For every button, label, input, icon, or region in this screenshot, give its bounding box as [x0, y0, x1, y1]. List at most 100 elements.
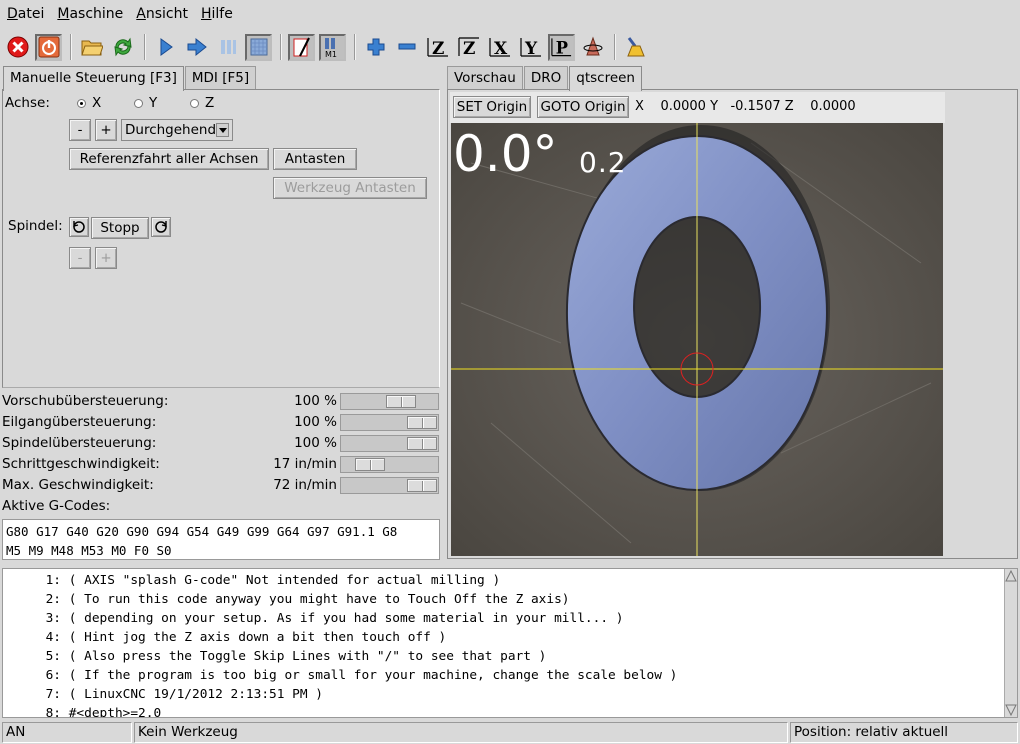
- axis-radio-y[interactable]: Y: [134, 95, 157, 111]
- jog-speed-value: 17 in/min: [220, 456, 337, 472]
- feed-override-value: 100 %: [250, 393, 337, 409]
- rapid-override-slider[interactable]: [340, 414, 439, 431]
- scale-readout: 0.2: [579, 146, 627, 179]
- slider-handle[interactable]: [355, 458, 385, 471]
- jog-speed-number: 17: [273, 456, 291, 472]
- step-button[interactable]: [183, 34, 210, 61]
- menu-hilfe[interactable]: Hilfe: [194, 0, 239, 28]
- slider-handle[interactable]: [407, 479, 437, 492]
- tool-touch-off-button[interactable]: Werkzeug Antasten: [273, 177, 427, 199]
- machine-state: AN: [2, 722, 132, 743]
- rotation-angle: 0.0°: [453, 125, 558, 183]
- home-all-button[interactable]: Referenzfahrt aller Achsen: [69, 148, 269, 170]
- menu-datei[interactable]: Datei: [0, 0, 50, 28]
- toolbar-separator: [614, 34, 616, 60]
- x-label: X: [635, 99, 644, 114]
- pause-button[interactable]: [214, 34, 241, 61]
- machine-power-button[interactable]: [35, 33, 62, 61]
- open-file-button[interactable]: [78, 34, 105, 61]
- goto-origin-button[interactable]: GOTO Origin: [537, 96, 629, 118]
- slider-handle[interactable]: [386, 395, 417, 408]
- tab-mdi[interactable]: MDI [F5]: [184, 66, 257, 90]
- view-y-button[interactable]: Y: [517, 34, 544, 61]
- spindle-override-unit: %: [324, 435, 337, 451]
- slider-handle[interactable]: [407, 437, 437, 450]
- line-text: ( If the program is too big or small for…: [68, 668, 678, 683]
- view-z-icon: Z: [426, 38, 448, 58]
- jog-minus-button[interactable]: -: [69, 119, 91, 141]
- jog-speed-unit: in/min: [294, 456, 337, 472]
- spindle-plus-button[interactable]: +: [95, 247, 117, 269]
- axis-radio-x-label: X: [92, 95, 102, 111]
- rotate-button[interactable]: [579, 34, 606, 61]
- spindle-minus-button[interactable]: -: [69, 247, 91, 269]
- spindle-cw-button[interactable]: [151, 217, 171, 237]
- line-number: 6:: [45, 668, 61, 683]
- line-text: ( LinuxCNC 19/1/2012 2:13:51 PM ): [68, 687, 323, 702]
- jog-speed-slider[interactable]: [340, 456, 439, 473]
- spindle-ccw-button[interactable]: [69, 217, 89, 237]
- tab-manual-control[interactable]: Manuelle Steuerung [F3]: [3, 66, 184, 91]
- max-velocity-slider[interactable]: [340, 477, 439, 494]
- view-x-icon: X: [488, 38, 510, 58]
- camera-view[interactable]: 0.0° 0.2: [451, 123, 943, 556]
- menu-ansicht[interactable]: Ansicht: [129, 0, 194, 28]
- toolbar-separator: [70, 34, 72, 60]
- menu-maschine-mnemonic: M: [57, 6, 70, 22]
- slider-handle[interactable]: [407, 416, 437, 429]
- tab-preview[interactable]: Vorschau: [447, 66, 523, 90]
- code-line: 6: ( If the program is too big or small …: [3, 668, 678, 687]
- axis-radio-z[interactable]: Z: [190, 95, 214, 111]
- y-value: -0.1507: [730, 99, 781, 114]
- code-line: 1: ( AXIS "splash G-code" Not intended f…: [3, 573, 501, 592]
- feed-override-unit: %: [324, 393, 337, 409]
- max-velocity-label: Max. Geschwindigkeit:: [2, 477, 154, 493]
- active-gcodes-display: G80 G17 G40 G20 G90 G94 G54 G49 G99 G64 …: [2, 519, 440, 560]
- code-line: 3: ( depending on your setup. As if you …: [3, 611, 624, 630]
- open-file-icon: [80, 40, 103, 56]
- view-x-glyph: X: [494, 39, 508, 58]
- set-origin-button[interactable]: SET Origin: [453, 96, 531, 118]
- line-number: 3:: [45, 611, 61, 626]
- feed-override-number: 100: [294, 393, 320, 409]
- estop-button[interactable]: [4, 34, 31, 61]
- stop-button[interactable]: [245, 33, 272, 61]
- menu-ansicht-label: nsicht: [145, 6, 188, 22]
- jog-mode-select[interactable]: Durchgehend: [121, 119, 233, 141]
- view-z2-button[interactable]: Z: [455, 34, 482, 61]
- line-number: 7:: [45, 687, 61, 702]
- tab-dro[interactable]: DRO: [523, 66, 569, 90]
- line-text: ( AXIS "splash G-code" Not intended for …: [68, 573, 501, 588]
- pause-icon: [220, 40, 236, 54]
- run-button[interactable]: [152, 34, 179, 61]
- menu-maschine[interactable]: Maschine: [50, 0, 129, 28]
- line-number: 5:: [45, 649, 61, 664]
- axis-radio-z-label: Z: [205, 95, 215, 111]
- gcode-listing[interactable]: 1: ( AXIS "splash G-code" Not intended f…: [2, 568, 1018, 718]
- axis-radio-x[interactable]: X: [77, 95, 101, 111]
- rapid-override-number: 100: [294, 414, 320, 430]
- clear-plot-button[interactable]: [622, 34, 649, 61]
- touch-off-button[interactable]: Antasten: [273, 148, 357, 170]
- view-p-button[interactable]: P: [548, 33, 575, 61]
- x-value: 0.0000: [660, 99, 706, 114]
- zoom-in-button[interactable]: [362, 34, 389, 61]
- tab-qtscreen[interactable]: qtscreen: [569, 66, 642, 91]
- statusbar: AN Kein Werkzeug Position: relativ aktue…: [0, 721, 1020, 744]
- view-z-button[interactable]: Z: [424, 34, 451, 61]
- reload-button[interactable]: [109, 34, 136, 61]
- block-delete-button[interactable]: [288, 33, 315, 61]
- rapid-override-unit: %: [324, 414, 337, 430]
- zoom-out-button[interactable]: [393, 34, 420, 61]
- jog-plus-button[interactable]: +: [95, 119, 117, 141]
- line-text: ( Hint jog the Z axis down a bit then to…: [68, 630, 447, 645]
- feed-override-slider[interactable]: [340, 393, 439, 410]
- y-label: Y: [710, 99, 719, 114]
- spindle-override-slider[interactable]: [340, 435, 439, 452]
- view-x-button[interactable]: X: [486, 34, 513, 61]
- spindle-stop-button[interactable]: Stopp: [91, 217, 149, 239]
- vertical-scrollbar[interactable]: [1004, 569, 1017, 717]
- machine-power-icon: [38, 36, 59, 58]
- optional-stop-button[interactable]: M1: [319, 33, 346, 61]
- menubar: Datei Maschine Ansicht Hilfe: [0, 0, 1020, 28]
